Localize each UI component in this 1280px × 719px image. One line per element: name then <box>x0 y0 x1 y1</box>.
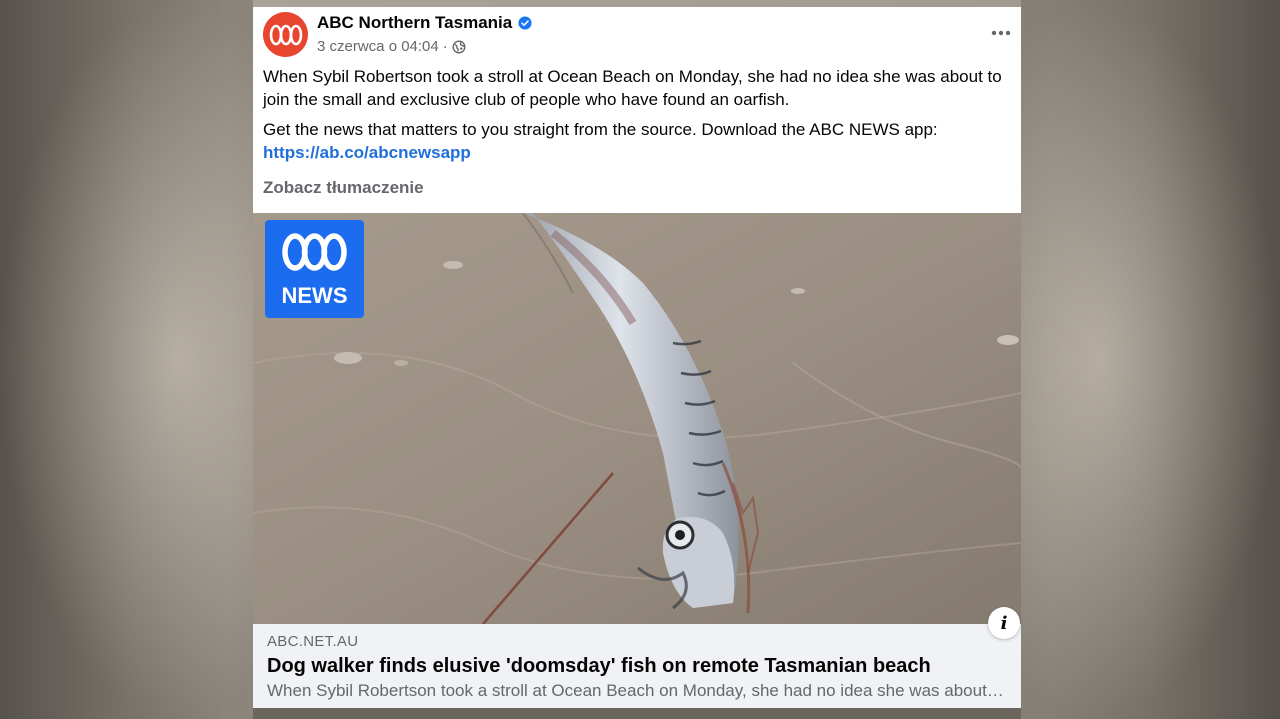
post-text-cta: Get the news that matters to you straigh… <box>263 120 938 139</box>
post-timestamp[interactable]: 3 czerwca o 04:04 <box>317 38 439 55</box>
verified-badge-icon <box>518 16 532 30</box>
link-description: When Sybil Robertson took a stroll at Oc… <box>267 681 1007 700</box>
post-photo-oarfish[interactable]: NEWS <box>253 213 1021 624</box>
info-button[interactable]: i <box>988 607 1020 639</box>
post-text-paragraph-2: Get the news that matters to you straigh… <box>263 119 1015 164</box>
globe-icon <box>452 40 466 53</box>
more-options-button[interactable] <box>989 21 1013 45</box>
post-text-paragraph-1: When Sybil Robertson took a stroll at Oc… <box>263 67 1002 109</box>
post-meta: 3 czerwca o 04:04 · <box>317 38 466 55</box>
app-download-link[interactable]: https://ab.co/abcnewsapp <box>263 143 471 162</box>
facebook-post: ABC Northern Tasmania 3 czerwca o 04:04 … <box>253 7 1021 708</box>
more-dots-icon <box>991 30 1011 36</box>
page-name[interactable]: ABC Northern Tasmania <box>317 13 512 33</box>
abc-news-logo-text: NEWS <box>282 283 348 308</box>
info-icon: i <box>1000 612 1008 634</box>
meta-separator: · <box>442 38 448 55</box>
see-translation-button[interactable]: Zobacz tłumaczenie <box>263 178 424 198</box>
abc-logo-icon <box>269 24 302 45</box>
background-blur-right <box>1021 0 1280 719</box>
page-avatar[interactable] <box>263 12 308 57</box>
background-blur-left <box>0 0 253 719</box>
post-body: When Sybil Robertson took a stroll at Oc… <box>263 66 1015 172</box>
post-header: ABC Northern Tasmania 3 czerwca o 04:04 … <box>253 7 1021 67</box>
page-name-row: ABC Northern Tasmania <box>317 13 532 33</box>
link-preview[interactable]: ABC.NET.AU Dog walker finds elusive 'doo… <box>253 624 1021 708</box>
link-title[interactable]: Dog walker finds elusive 'doomsday' fish… <box>267 655 931 678</box>
background-bottom-strip <box>253 708 1021 719</box>
link-domain: ABC.NET.AU <box>267 633 359 650</box>
